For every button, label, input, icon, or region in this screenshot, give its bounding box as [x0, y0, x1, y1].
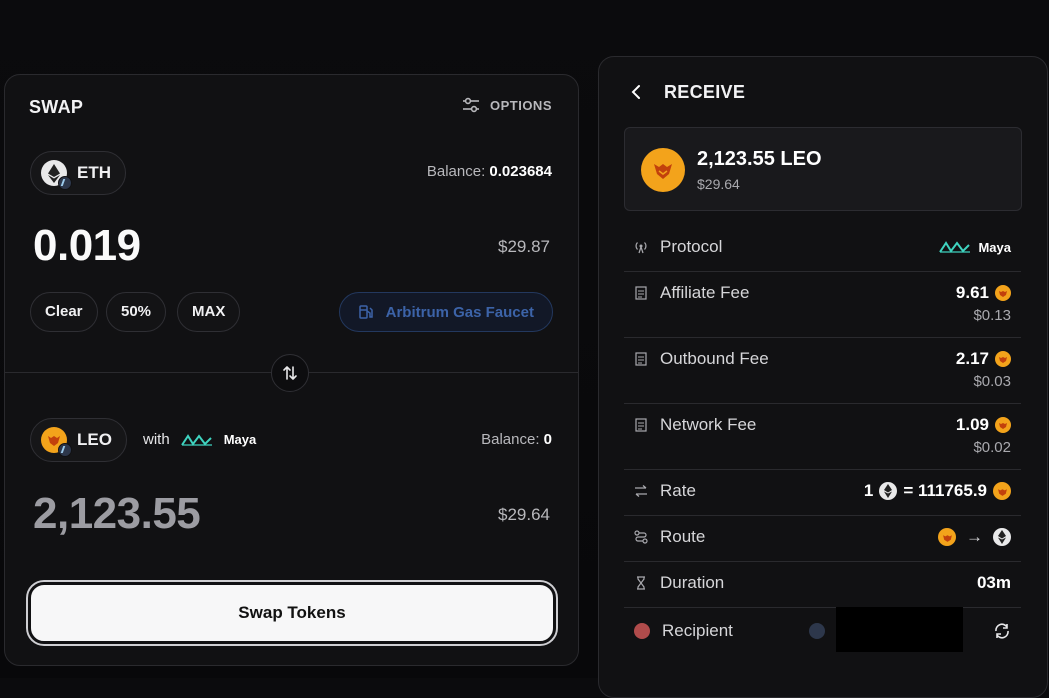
from-balance-value: 0.023684: [489, 163, 552, 180]
max-button[interactable]: MAX: [177, 292, 241, 332]
eth-icon: [879, 482, 898, 500]
rate-row: Rate 1 = 111765.9: [624, 469, 1021, 516]
from-usd-value: $29.87: [498, 237, 550, 256]
duration-value: 03m: [976, 573, 1011, 592]
maya-logo: [180, 433, 212, 446]
from-token-symbol: ETH: [77, 163, 111, 182]
arbitrum-icon: [58, 176, 72, 190]
faucet-label: Arbitrum Gas Faucet: [385, 303, 534, 321]
affiliate-fee-row: Affiliate Fee 9.61 $0.13: [624, 271, 1021, 338]
to-balance-value: 0: [543, 431, 552, 448]
from-balance: Balance: 0.023684: [426, 163, 552, 180]
eth-icon: [993, 528, 1011, 546]
affiliate-fee-label: Affiliate Fee: [660, 283, 750, 302]
receive-panel: RECEIVE 2,123.55 LEO $29.64 Protocol May…: [598, 56, 1048, 698]
duration-row: Duration 03m: [624, 561, 1021, 608]
receive-summary: 2,123.55 LEO $29.64: [624, 127, 1022, 211]
document-icon: [635, 352, 647, 366]
fifty-percent-button[interactable]: 50%: [106, 292, 167, 332]
hourglass-icon: [637, 576, 645, 590]
affiliate-fee-usd: $0.13: [973, 307, 1011, 324]
network-fee-value: 1.09: [955, 415, 989, 434]
rate-right-value: = 111765.9: [903, 481, 987, 500]
outbound-fee-usd: $0.03: [973, 373, 1011, 390]
options-button[interactable]: OPTIONS: [462, 97, 552, 113]
refresh-icon[interactable]: [993, 623, 1011, 639]
network-fee-label: Network Fee: [660, 415, 757, 434]
rate-left-value: 1: [863, 481, 874, 500]
recipient-label: Recipient: [662, 621, 733, 640]
rate-label: Rate: [660, 481, 696, 500]
outbound-fee-value: 2.17: [955, 349, 989, 368]
with-label: with: [143, 431, 170, 448]
recipient-avatar: [634, 623, 650, 639]
gas-pump-icon: [358, 305, 373, 319]
chevron-left-icon[interactable]: [629, 83, 643, 101]
swap-title: SWAP: [29, 97, 84, 117]
protocol-value: Maya: [978, 239, 1011, 255]
route-row: Route →: [624, 515, 1021, 562]
arbitrum-gas-faucet-button[interactable]: Arbitrum Gas Faucet: [338, 292, 553, 332]
protocol-row: Protocol Maya: [624, 227, 1021, 272]
leo-icon: [995, 417, 1011, 433]
arbitrum-icon: [809, 623, 825, 639]
switch-direction-button[interactable]: [271, 354, 309, 392]
maya-logo: [939, 241, 971, 253]
leo-icon: [41, 427, 72, 457]
document-icon: [635, 418, 647, 432]
leo-icon: [995, 351, 1011, 367]
to-amount-output: 2,123.55: [33, 489, 201, 538]
network-fee-row: Network Fee 1.09 $0.02: [624, 403, 1021, 470]
receive-amount: 2,123.55 LEO: [697, 148, 822, 170]
provider-info: with Maya: [143, 431, 256, 448]
protocol-label: Protocol: [660, 237, 723, 256]
from-token-selector[interactable]: ETH: [30, 151, 126, 195]
leo-icon: [641, 148, 685, 192]
swap-arrows-icon: [283, 366, 297, 380]
recipient-address-redacted: [836, 607, 963, 652]
outbound-fee-label: Outbound Fee: [660, 349, 769, 368]
antenna-icon: [635, 242, 647, 254]
network-fee-usd: $0.02: [973, 439, 1011, 456]
route-arrow: →: [966, 527, 983, 546]
affiliate-fee-value: 9.61: [955, 283, 989, 302]
to-token-symbol: LEO: [77, 430, 112, 449]
from-amount-input[interactable]: 0.019: [33, 221, 141, 271]
options-label: OPTIONS: [489, 97, 552, 113]
swap-tokens-button[interactable]: Swap Tokens: [28, 582, 556, 644]
leo-icon: [993, 482, 1011, 500]
options-sliders-icon: [462, 97, 479, 113]
eth-icon: [41, 160, 72, 190]
receive-title: RECEIVE: [664, 82, 746, 102]
receive-usd: $29.64: [697, 176, 740, 192]
swap-panel: SWAP OPTIONS ETH Balance: 0.023684 0.019…: [4, 74, 579, 666]
route-icon: [634, 530, 648, 544]
exchange-icon: [635, 485, 647, 497]
to-token-selector[interactable]: LEO: [30, 418, 127, 462]
to-balance: Balance: 0: [481, 431, 552, 448]
outbound-fee-row: Outbound Fee 2.17 $0.03: [624, 337, 1021, 404]
leo-icon: [938, 528, 956, 546]
recipient-row: Recipient: [624, 607, 1021, 659]
duration-label: Duration: [660, 573, 725, 592]
clear-button[interactable]: Clear: [30, 292, 98, 332]
arbitrum-icon: [58, 443, 72, 457]
maya-label: Maya: [223, 432, 257, 447]
route-label: Route: [660, 527, 706, 546]
leo-icon: [995, 285, 1011, 301]
document-icon: [635, 286, 647, 300]
to-usd-value: $29.64: [498, 505, 550, 524]
